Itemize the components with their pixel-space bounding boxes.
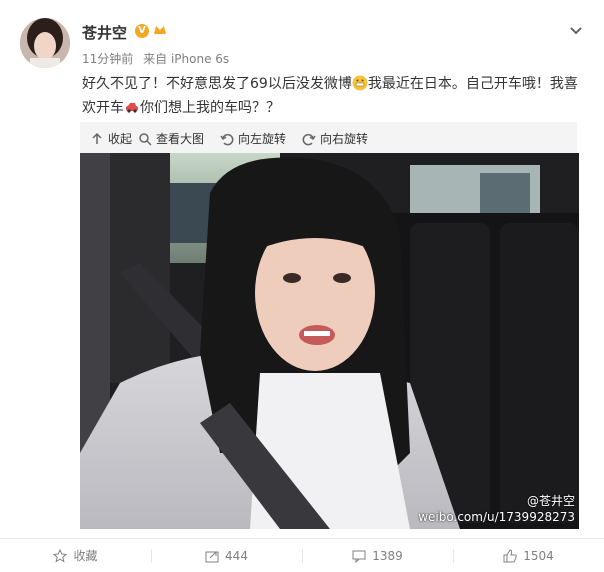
rotate-right-label: 向右旋转 xyxy=(320,132,369,146)
car-selfie-image xyxy=(80,153,579,529)
avatar[interactable] xyxy=(20,18,70,68)
view-large-button[interactable]: 查看大图 xyxy=(138,130,204,147)
comment-count: 1389 xyxy=(372,548,403,563)
rotate-right-button[interactable]: 向右旋转 xyxy=(302,130,368,147)
comment-button[interactable]: 1389 xyxy=(302,539,453,572)
rotate-right-icon xyxy=(302,133,316,145)
magnify-icon xyxy=(139,132,152,146)
repost-count: 444 xyxy=(225,548,248,563)
favorite-button[interactable]: 收藏 xyxy=(0,539,151,572)
media-toolbar: 收起 查看大图 向左旋转 向右旋转 xyxy=(80,122,577,154)
grin-emoji-icon xyxy=(352,75,368,91)
post-text-part3: 你们想上我的车吗？？ xyxy=(140,100,280,116)
car-emoji-icon xyxy=(126,103,138,113)
post-text: 好久不见了！不好意思发了69以后没发微博 我最近在日本。自己开车哦！我喜欢开车 你们… xyxy=(82,72,587,120)
thumbs-up-icon xyxy=(503,548,517,562)
rotate-left-button[interactable]: 向左旋转 xyxy=(220,130,286,147)
collapse-button[interactable]: 收起 xyxy=(90,130,132,147)
rotate-left-icon xyxy=(220,133,234,145)
verified-icon: V xyxy=(135,24,149,38)
like-count: 1504 xyxy=(523,548,554,563)
weibo-post-card: 苍井空 V 11分钟前 来自 iPhone 6s 好久不见了！不好意思发了69以… xyxy=(0,0,604,572)
repost-button[interactable]: 444 xyxy=(151,539,302,572)
comment-icon xyxy=(352,550,366,563)
post-text-part1: 好久不见了！不好意思发了69以后没发微博 xyxy=(82,76,352,92)
photo-watermark: @苍井空 weibo.com/u/1739928273 xyxy=(418,493,575,525)
arrow-up-icon xyxy=(92,132,102,144)
star-icon xyxy=(53,548,68,563)
rotate-left-label: 向左旋转 xyxy=(238,132,287,146)
view-large-label: 查看大图 xyxy=(156,132,205,146)
favorite-label: 收藏 xyxy=(73,549,98,563)
watermark-handle: @苍井空 xyxy=(526,494,575,508)
post-photo[interactable]: @苍井空 weibo.com/u/1739928273 xyxy=(80,153,579,529)
post-time[interactable]: 11分钟前 xyxy=(82,52,133,66)
like-button[interactable]: 1504 xyxy=(453,539,604,572)
post-meta: 11分钟前 来自 iPhone 6s xyxy=(82,50,229,67)
source-device[interactable]: iPhone 6s xyxy=(171,52,229,66)
action-bar: 收藏 444 1389 1504 xyxy=(0,539,604,572)
source-prefix: 来自 xyxy=(143,52,168,66)
author-name[interactable]: 苍井空 xyxy=(82,22,127,43)
vip-member-icon[interactable] xyxy=(152,22,168,38)
repost-icon xyxy=(205,551,219,562)
watermark-url: weibo.com/u/1739928273 xyxy=(418,510,575,524)
collapse-label: 收起 xyxy=(108,132,133,146)
chevron-down-icon[interactable] xyxy=(568,22,584,38)
